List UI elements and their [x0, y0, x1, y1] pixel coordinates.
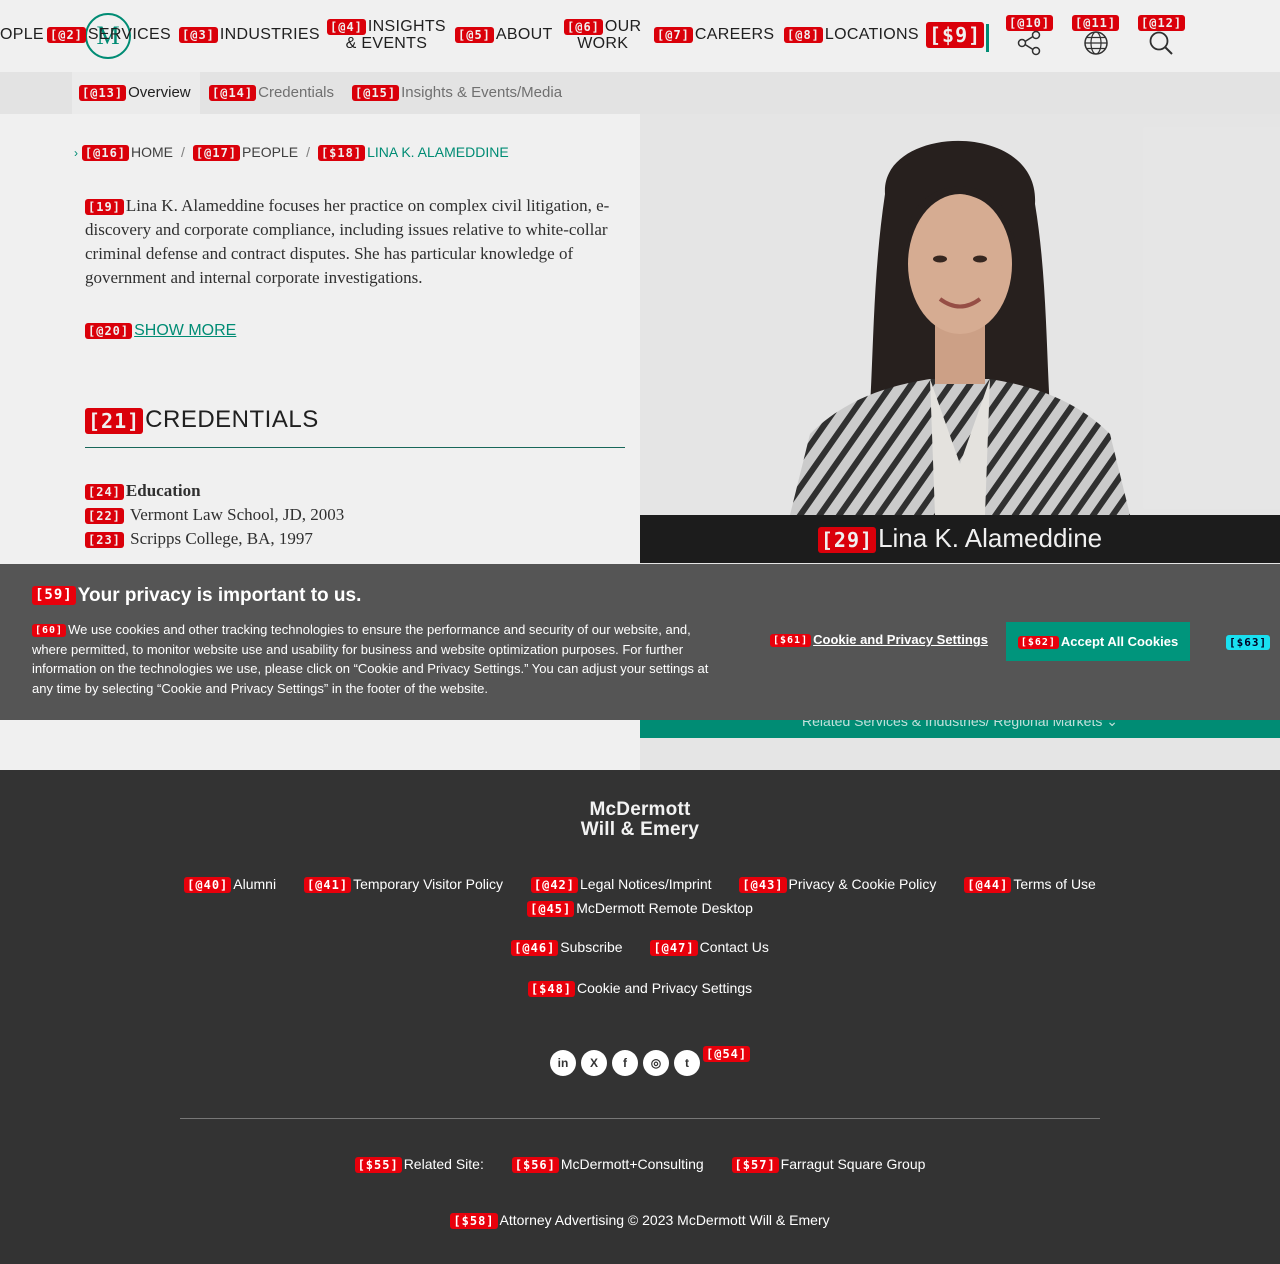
- cookie-description: [60] We use cookies and other tracking te…: [32, 620, 712, 698]
- footer-link-label: McDermott Remote Desktop: [576, 900, 753, 916]
- related-sites-row: [$55] Related Site: [$56] McDermott+Consul…: [0, 1156, 1280, 1174]
- element-tag: [$61]: [770, 634, 812, 648]
- element-tag: [$57]: [731, 1157, 779, 1174]
- footer-link-label: Legal Notices/Imprint: [580, 876, 712, 892]
- footer-link-label: Farragut Square Group: [780, 1156, 926, 1172]
- element-tag: [@47]: [650, 940, 698, 957]
- footer-link-label: McDermott+Consulting: [560, 1156, 704, 1172]
- instagram-icon[interactable]: ◎: [643, 1050, 669, 1076]
- element-tag: [$48]: [527, 981, 576, 998]
- cookie-settings-label: Cookie and Privacy Settings: [813, 632, 988, 647]
- element-tag[interactable]: [@54]: [703, 1046, 751, 1062]
- site-footer: McDermott Will & Emery [@40] Alumni [@41]…: [0, 770, 1280, 1264]
- footer-link-subscribe[interactable]: [@46] Subscribe: [511, 939, 623, 957]
- footer-link-visitor-policy[interactable]: [@41] Temporary Visitor Policy: [303, 876, 503, 894]
- related-site-mcdermott-consulting[interactable]: [$56] McDermott+Consulting: [511, 1156, 704, 1174]
- cookie-title: [59] Your privacy is important to us.: [32, 585, 361, 607]
- element-tag: [@40]: [184, 877, 232, 894]
- footer-links-row: [$48] Cookie and Privacy Settings: [0, 980, 1280, 998]
- facebook-icon[interactable]: f: [612, 1050, 638, 1076]
- footer-link-label: Privacy & Cookie Policy: [788, 876, 937, 892]
- footer-link-label: Subscribe: [560, 939, 623, 955]
- footer-link-label: Related Site:: [403, 1156, 484, 1172]
- footer-links-row: [@40] Alumni [@41] Temporary Visitor Polic…: [0, 876, 1280, 894]
- element-tag: [$58]: [450, 1213, 498, 1230]
- cookie-banner: [59] Your privacy is important to us. [60…: [0, 564, 1280, 720]
- footer-logo-line1: McDermott: [589, 799, 691, 820]
- element-tag: [$62]: [1017, 636, 1059, 650]
- element-tag: [60]: [32, 624, 67, 638]
- footer-link-alumni[interactable]: [@40] Alumni: [184, 876, 277, 894]
- copyright-text: Attorney Advertising © 2023 McDermott Wi…: [499, 1212, 830, 1228]
- footer-link-label: Cookie and Privacy Settings: [577, 980, 753, 996]
- element-tag: [@45]: [527, 901, 575, 918]
- footer-link-cookie-settings[interactable]: [$48] Cookie and Privacy Settings: [527, 980, 753, 998]
- footer-logo[interactable]: McDermott Will & Emery: [0, 800, 1280, 840]
- footer-link-label: Temporary Visitor Policy: [353, 876, 503, 892]
- copyright: [$58] Attorney Advertising © 2023 McDermo…: [450, 1212, 830, 1230]
- element-tag: [@46]: [511, 940, 559, 957]
- footer-link-remote-desktop[interactable]: [@45] McDermott Remote Desktop: [527, 900, 753, 918]
- xing-icon[interactable]: X: [581, 1050, 607, 1076]
- footer-divider: [180, 1118, 1100, 1119]
- cookie-text-body: We use cookies and other tracking techno…: [32, 622, 709, 696]
- cookie-settings-link[interactable]: [$61] Cookie and Privacy Settings: [770, 632, 988, 648]
- cookie-title-text: Your privacy is important to us.: [77, 585, 362, 606]
- accept-all-cookies-button[interactable]: [$62] Accept All Cookies: [1006, 622, 1190, 661]
- accept-button-label: Accept All Cookies: [1060, 634, 1179, 649]
- footer-links-row: [@45] McDermott Remote Desktop: [0, 900, 1280, 918]
- element-tag: [$56]: [511, 1157, 559, 1174]
- element-tag: [@42]: [530, 877, 578, 894]
- element-tag: [59]: [32, 586, 76, 606]
- footer-link-contact[interactable]: [@47] Contact Us: [650, 939, 769, 957]
- element-tag: [@43]: [739, 877, 787, 894]
- footer-link-legal-notices[interactable]: [@42] Legal Notices/Imprint: [530, 876, 712, 894]
- footer-link-privacy-policy[interactable]: [@43] Privacy & Cookie Policy: [739, 876, 937, 894]
- footer-link-label: Alumni: [233, 876, 277, 892]
- twitter-icon[interactable]: t: [674, 1050, 700, 1076]
- element-tag: [$55]: [354, 1157, 402, 1174]
- footer-link-label: Contact Us: [699, 939, 769, 955]
- element-tag: [@44]: [964, 877, 1012, 894]
- footer-links-row: [@46] Subscribe [@47] Contact Us: [0, 939, 1280, 957]
- social-links: in X f ◎ t [@54]: [550, 1046, 752, 1076]
- element-tag: [$63]: [1226, 635, 1271, 651]
- related-site-label: [$55] Related Site:: [354, 1156, 484, 1174]
- footer-logo-line2: Will & Emery: [580, 819, 700, 840]
- related-site-farragut[interactable]: [$57] Farragut Square Group: [731, 1156, 926, 1174]
- footer-link-terms[interactable]: [@44] Terms of Use: [964, 876, 1096, 894]
- copyright-row: [$58] Attorney Advertising © 2023 McDermo…: [0, 1212, 1280, 1230]
- cookie-close-button[interactable]: [$63]: [1226, 634, 1272, 652]
- element-tag: [@41]: [303, 877, 352, 894]
- linkedin-icon[interactable]: in: [550, 1050, 576, 1076]
- footer-link-label: Terms of Use: [1013, 876, 1096, 892]
